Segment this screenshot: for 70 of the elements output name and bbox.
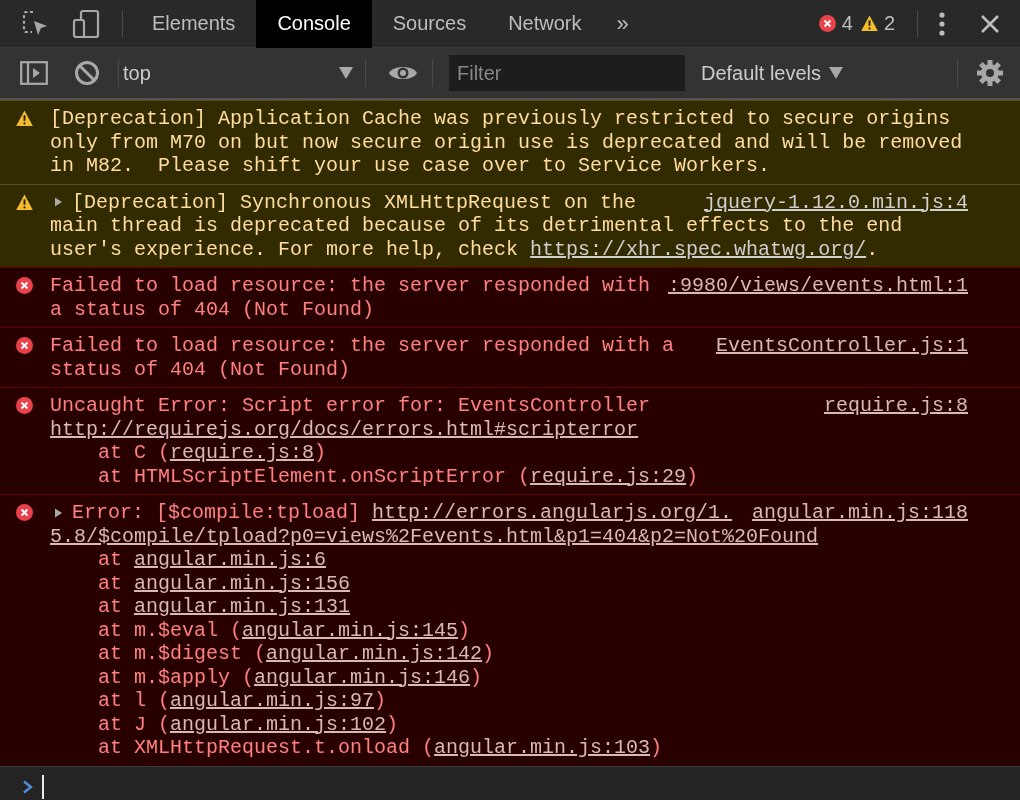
warning-count: 2 [883, 12, 895, 35]
message-text: in M82. Please shift your use case over to Service Workers. [50, 154, 772, 178]
warning-count-icon [860, 15, 878, 32]
source-link[interactable]: angular.min.js:131 [134, 595, 351, 618]
source-link[interactable]: angular.min.js:103 [434, 736, 651, 759]
stack-frame: at XMLHttpRequest.t.onload (angular.min.js:103) [50, 736, 968, 760]
message-text: Failed to load resource: the server responded with a [50, 334, 675, 358]
source-link[interactable]: require.js:8 [823, 394, 968, 418]
prompt-chevron-icon [22, 779, 34, 794]
stack-frame: at m.$apply (angular.min.js:146) [50, 665, 968, 689]
filter-input[interactable]: Filter [449, 55, 685, 91]
log-levels-dropdown[interactable]: Default levels [701, 61, 844, 85]
sidebar-toggle-icon[interactable] [20, 61, 48, 85]
error-count-icon [818, 15, 836, 32]
warning-icon [15, 193, 33, 211]
clear-console-icon[interactable] [74, 60, 100, 86]
stack-frame: at m.$digest (angular.min.js:142) [50, 642, 968, 666]
context-select[interactable]: top [123, 55, 357, 91]
source-link[interactable]: angular.min.js:146 [254, 665, 471, 689]
message-text: main thread is deprecated because of its detrimental effects to the end [50, 214, 904, 238]
panel-tab[interactable]: Console [256, 0, 372, 48]
stack-frame: at HTMLScriptElement.onScriptError (require.js:29) [50, 464, 968, 488]
message-text: Uncaught Error: Script error for: EventsController [50, 394, 651, 418]
device-toolbar-icon[interactable] [72, 8, 100, 39]
message-text: user's experience. For more help, check https://xhr.spec.whatwg.org/. [50, 237, 880, 261]
stack-frame: at angular.min.js:156 [50, 571, 968, 595]
message-text: [Deprecation] Application Cache was previously restricted to secure origins [50, 107, 951, 131]
dropdown-caret-icon [339, 67, 353, 79]
message-text: only from M70 on but now secure origin use is deprecated and will be removed [50, 130, 964, 154]
source-link[interactable]: angular.min.js:145 [242, 618, 459, 642]
message-text: a status of 404 (Not Found) [50, 297, 376, 321]
source-link[interactable]: angular.min.js:142 [266, 642, 483, 665]
source-link[interactable]: angular.min.js:6 [134, 548, 327, 571]
more-options-icon[interactable] [938, 10, 946, 37]
source-link[interactable]: angular.min.js:102 [170, 712, 387, 736]
message-text: status of 404 (Not Found) [50, 357, 352, 381]
url-link[interactable]: http://requirejs.org/docs/errors.html#scripterror [50, 417, 639, 441]
stack-frame: at angular.min.js:6 [50, 548, 968, 572]
stack-frame: at J (angular.min.js:102) [50, 712, 968, 736]
source-link[interactable]: EventsController.js:1 [715, 334, 968, 358]
error-icon [15, 397, 33, 414]
error-icon [15, 337, 33, 354]
source-link[interactable]: require.js:8 [170, 441, 315, 464]
more-tabs-button[interactable]: » [616, 10, 629, 37]
error-count: 4 [841, 12, 853, 35]
stack-frame: at C (require.js:8) [50, 441, 968, 465]
url-link[interactable]: https://xhr.spec.whatwg.org/ [530, 237, 867, 261]
panel-tab[interactable]: Sources [371, 0, 488, 48]
dropdown-caret-icon [829, 67, 844, 79]
source-link[interactable]: angular.min.js:118 [751, 501, 968, 525]
source-link[interactable]: angular.min.js:97 [170, 689, 375, 712]
url-link[interactable]: http://errors.angularjs.org/1. [372, 501, 733, 524]
settings-icon[interactable] [976, 59, 1004, 87]
source-link[interactable]: require.js:29 [530, 464, 687, 488]
close-icon[interactable] [980, 13, 1000, 34]
stack-frame: at l (angular.min.js:97) [50, 689, 968, 713]
source-link[interactable]: angular.min.js:156 [134, 571, 351, 595]
message-text: Error: [$compile:tpload] http://errors.angularjs.org/1. [72, 501, 733, 525]
stack-frame: at m.$eval (angular.min.js:145) [50, 618, 968, 642]
warning-icon [15, 110, 33, 127]
error-icon [15, 277, 33, 294]
stack-frame: at angular.min.js:131 [50, 595, 968, 619]
panel-tab[interactable]: Elements [131, 0, 257, 48]
url-link[interactable]: 5.8/$compile/tpload?p0=views%2Fevents.html&p1=404&p2=Not%20Found [50, 524, 819, 548]
message-text: Failed to load resource: the server responded with [50, 274, 651, 298]
source-link[interactable]: :9980/views/events.html:1 [667, 274, 968, 298]
panel-tab[interactable]: Network [487, 0, 603, 48]
source-link[interactable]: jquery-1.12.0.min.js:4 [703, 190, 968, 214]
error-icon [15, 504, 33, 521]
message-text: [Deprecation] Synchronous XMLHttpRequest on the [72, 190, 637, 214]
